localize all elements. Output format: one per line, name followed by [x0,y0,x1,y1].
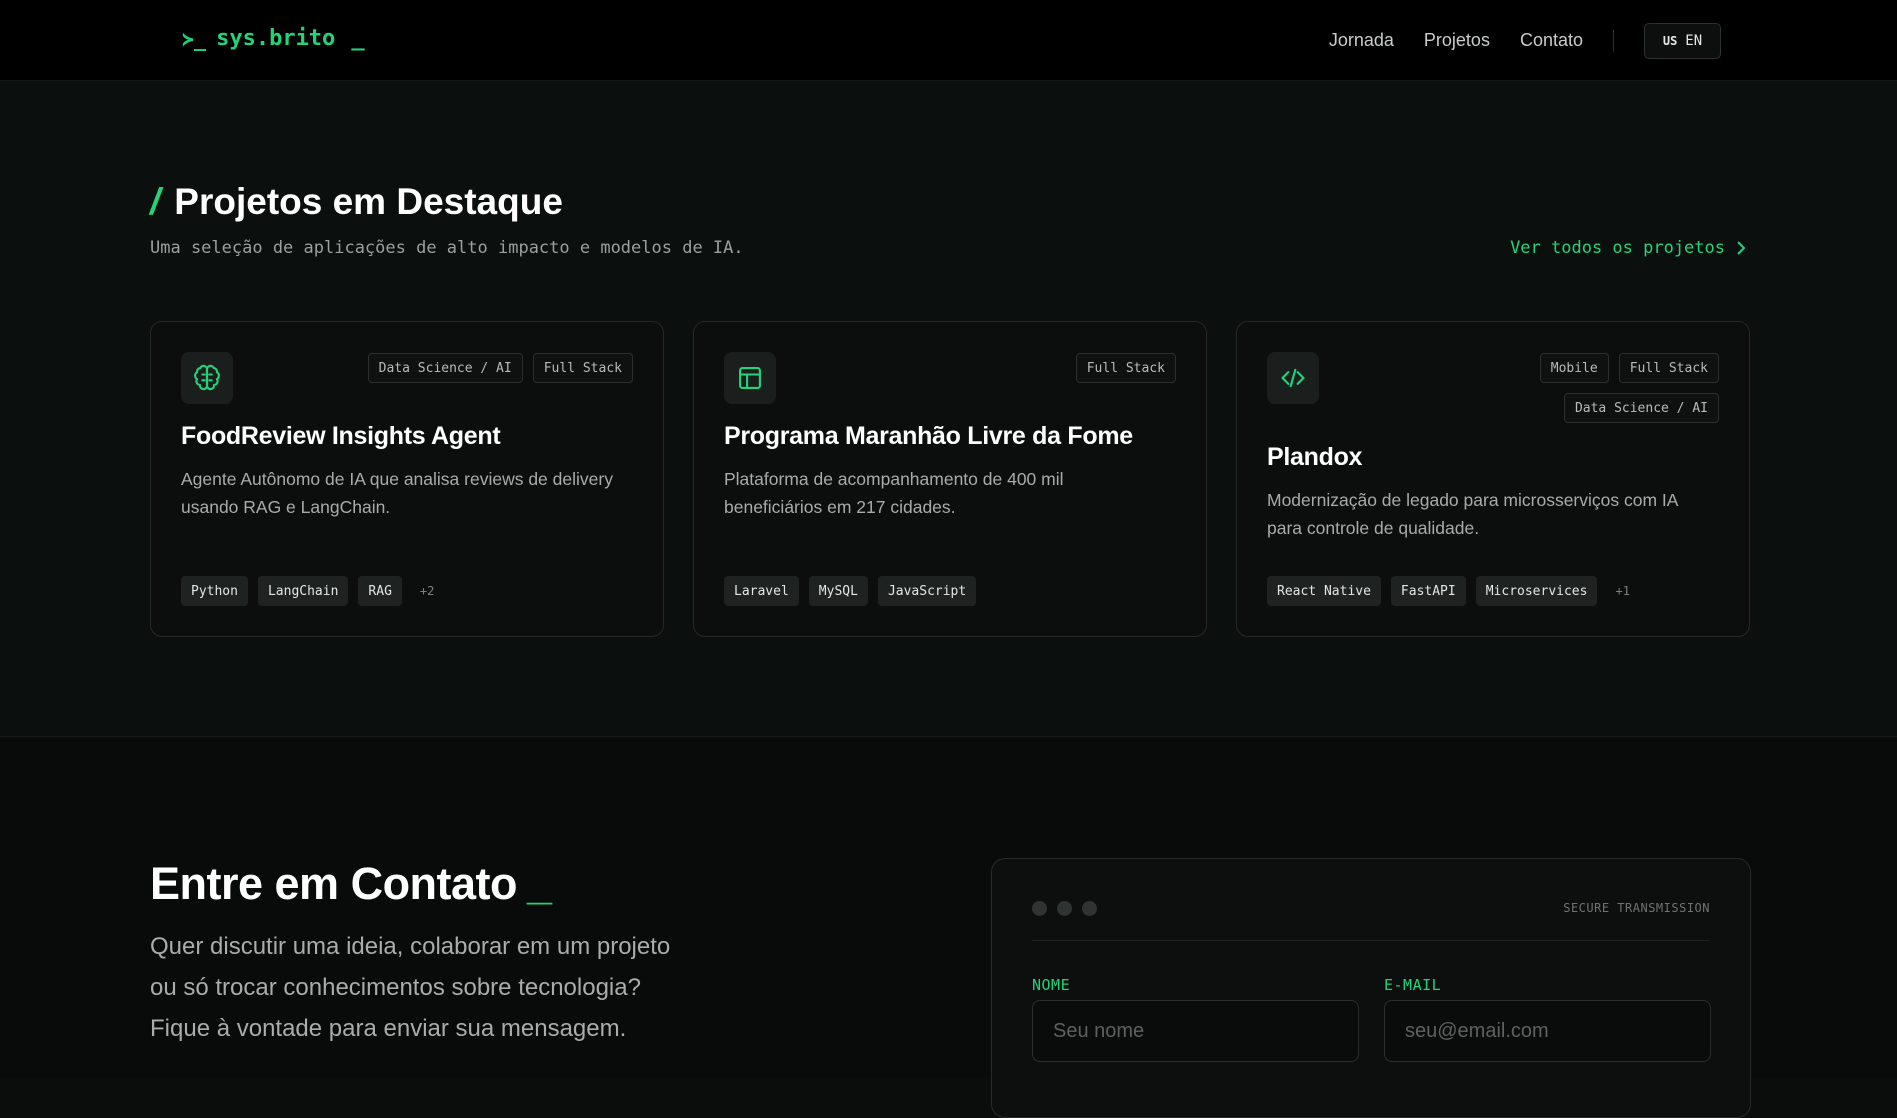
contact-text-line: ou só trocar conhecimentos sobre tecnolo… [150,974,641,1001]
category-badges: Data Science / AI Full Stack [313,353,633,383]
window-dots [1032,901,1097,916]
chevron-right-icon [1737,241,1746,255]
nav-divider [1613,29,1614,52]
layout-icon [724,352,776,404]
flag-icon: US [1662,33,1678,48]
see-all-label: Ver todos os projetos [1510,238,1725,258]
tech-tag: Laravel [724,576,799,606]
brain-icon [181,352,233,404]
tech-tags: Python LangChain RAG +2 [181,576,434,606]
section-title-text: Projetos em Destaque [174,181,563,222]
tech-tag: Microservices [1475,576,1598,606]
project-title: Plandox [1267,443,1363,471]
main-nav: Jornada Projetos Contato US EN [1329,0,1897,81]
email-label: E-MAIL [1384,976,1442,994]
window-dot [1057,901,1072,916]
language-label: EN [1685,32,1703,49]
project-title: Programa Maranhão Livre da Fome [724,422,1133,450]
project-description: Agente Autônomo de IA que analisa review… [181,465,641,521]
contact-text-line: Fique à vontade para enviar sua mensagem… [150,1015,627,1042]
top-header: ≻_ sys.brito _ Jornada Projetos Contato … [0,0,1897,81]
tech-tag: FastAPI [1390,576,1466,606]
language-toggle-button[interactable]: US EN [1644,22,1721,59]
more-techs-count: +2 [419,584,435,598]
category-badge: Data Science / AI [367,353,523,383]
secure-transmission-label: SECURE TRANSMISSION [1563,901,1710,915]
nav-link-jornada[interactable]: Jornada [1329,30,1394,51]
terminal-prompt-icon: ≻_ [182,26,207,51]
category-badge: Full Stack [532,353,633,383]
tech-tag: React Native [1267,576,1381,606]
featured-projects-section: / Projetos em Destaque Uma seleção de ap… [0,81,1897,737]
section-title: / Projetos em Destaque [150,181,563,223]
category-badge: Mobile [1539,353,1609,383]
description-line: Agente Autônomo de IA que analisa review… [181,469,613,489]
category-badge: Full Stack [1618,353,1719,383]
name-input[interactable] [1032,1000,1359,1062]
project-card-foodreview[interactable]: Data Science / AI Full Stack FoodReview … [150,321,664,637]
nav-link-projetos[interactable]: Projetos [1424,30,1490,51]
title-slash: / [150,181,161,222]
contact-title-text: Entre em Contato [150,858,518,909]
tech-tag: RAG [358,576,402,606]
description-line: usando RAG e LangChain. [181,497,391,517]
tech-tag: Python [181,576,248,606]
category-badges: Full Stack [856,353,1176,383]
description-line: Plataforma de acompanhamento de 400 mil [724,469,1064,489]
logo-text: sys.brito [216,26,336,51]
contact-text-line: Quer discutir uma ideia, colaborar em um… [150,933,671,960]
contact-form-terminal: SECURE TRANSMISSION NOME E-MAIL [991,858,1751,1118]
tech-tag: MySQL [808,576,868,606]
tech-tags: Laravel MySQL JavaScript [724,576,977,606]
project-description: Modernização de legado para microsserviç… [1267,486,1727,542]
tech-tags: React Native FastAPI Microservices +1 [1267,576,1630,606]
logo[interactable]: ≻_ sys.brito _ [182,26,365,51]
section-subtitle: Uma seleção de aplicações de alto impact… [150,238,744,258]
title-cursor: _ [527,858,552,909]
contact-description: Quer discutir uma ideia, colaborar em um… [150,926,750,1049]
description-line: para controle de qualidade. [1267,518,1480,538]
terminal-divider [1032,940,1710,941]
project-description: Plataforma de acompanhamento de 400 mil … [724,465,1184,521]
tech-tag: LangChain [257,576,349,606]
window-dot [1082,901,1097,916]
contact-title: Entre em Contato _ [150,858,552,910]
category-badges: Mobile Full Stack Data Science / AI [1399,353,1719,423]
description-line: Modernização de legado para microsserviç… [1267,490,1679,510]
logo-cursor: _ [351,26,365,51]
contact-section: Entre em Contato _ Quer discutir uma idei… [0,738,1897,1118]
category-badge: Full Stack [1075,353,1176,383]
more-techs-count: +1 [1615,584,1630,598]
window-dot [1032,901,1047,916]
name-label: NOME [1032,976,1071,994]
email-input[interactable] [1384,1000,1711,1062]
tech-tag: JavaScript [877,576,977,606]
see-all-projects-link[interactable]: Ver todos os projetos [1510,238,1747,258]
description-line: beneficiários em 217 cidades. [724,497,956,517]
nav-link-contato[interactable]: Contato [1520,30,1583,51]
category-badge: Data Science / AI [1563,393,1719,423]
code-icon [1267,352,1319,404]
project-card-maranhao[interactable]: Full Stack Programa Maranhão Livre da Fo… [693,321,1207,637]
project-card-plandox[interactable]: Mobile Full Stack Data Science / AI Plan… [1236,321,1750,637]
project-title: FoodReview Insights Agent [181,422,501,450]
